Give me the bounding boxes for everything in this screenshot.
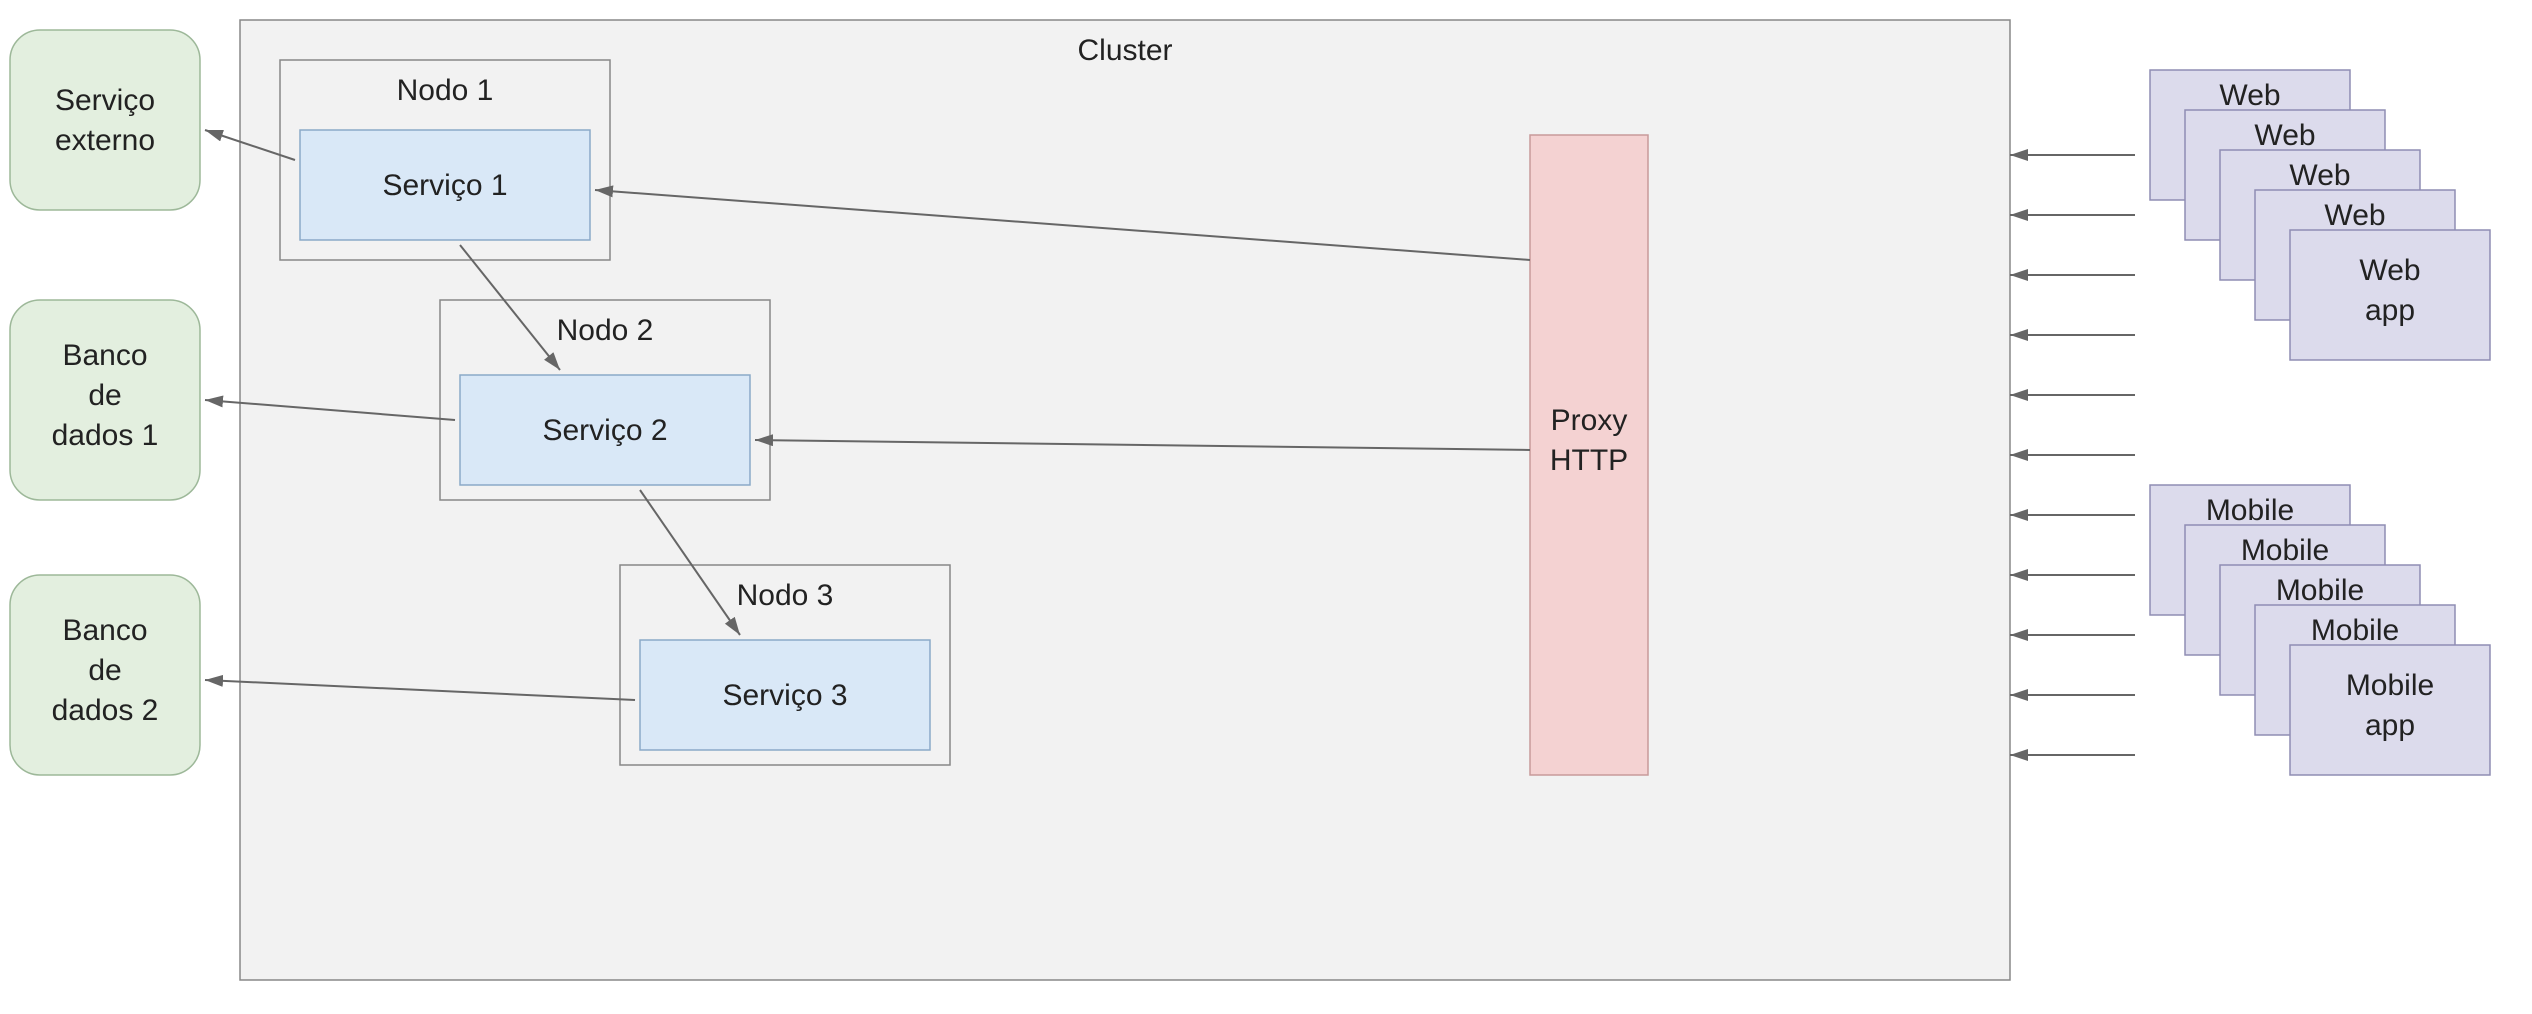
external-service-box (10, 30, 200, 210)
database-2-l3: dados 2 (52, 694, 159, 727)
proxy-label-2: HTTP (1550, 444, 1628, 477)
svg-text:Mobile: Mobile (2206, 494, 2294, 527)
node-2-title: Nodo 2 (557, 314, 654, 347)
svg-text:Web: Web (2289, 159, 2350, 192)
web-app-l1: Web (2359, 254, 2420, 287)
external-service-l1: Serviço (55, 84, 155, 117)
database-1-l2: de (88, 379, 121, 412)
web-app-l2: app (2365, 294, 2415, 327)
service-2-label: Serviço 2 (542, 414, 667, 447)
mobile-app-l2: app (2365, 709, 2415, 742)
database-2-l2: de (88, 654, 121, 687)
service-3-label: Serviço 3 (722, 679, 847, 712)
external-service-l2: externo (55, 124, 155, 157)
database-1-l3: dados 1 (52, 419, 159, 452)
svg-text:Mobile: Mobile (2311, 614, 2399, 647)
svg-text:Mobile: Mobile (2241, 534, 2329, 567)
svg-text:Web: Web (2254, 119, 2315, 152)
database-1-l1: Banco (62, 339, 147, 372)
mobile-app-stack: Mobile Mobile Mobile Mobile Mobile app (2150, 485, 2490, 775)
node-1-title: Nodo 1 (397, 74, 494, 107)
cluster-title: Cluster (1077, 34, 1172, 67)
node-3-title: Nodo 3 (737, 579, 834, 612)
svg-text:Web: Web (2324, 199, 2385, 232)
database-2-l1: Banco (62, 614, 147, 647)
client-arrows (2010, 155, 2135, 755)
svg-text:Web: Web (2219, 79, 2280, 112)
proxy-label-1: Proxy (1551, 404, 1628, 437)
architecture-diagram: Cluster Nodo 1 Serviço 1 Nodo 2 Serviço … (0, 0, 2532, 1014)
web-app-stack: Web Web Web Web Web app (2150, 70, 2490, 360)
mobile-app-l1: Mobile (2346, 669, 2434, 702)
service-1-label: Serviço 1 (382, 169, 507, 202)
svg-text:Mobile: Mobile (2276, 574, 2364, 607)
